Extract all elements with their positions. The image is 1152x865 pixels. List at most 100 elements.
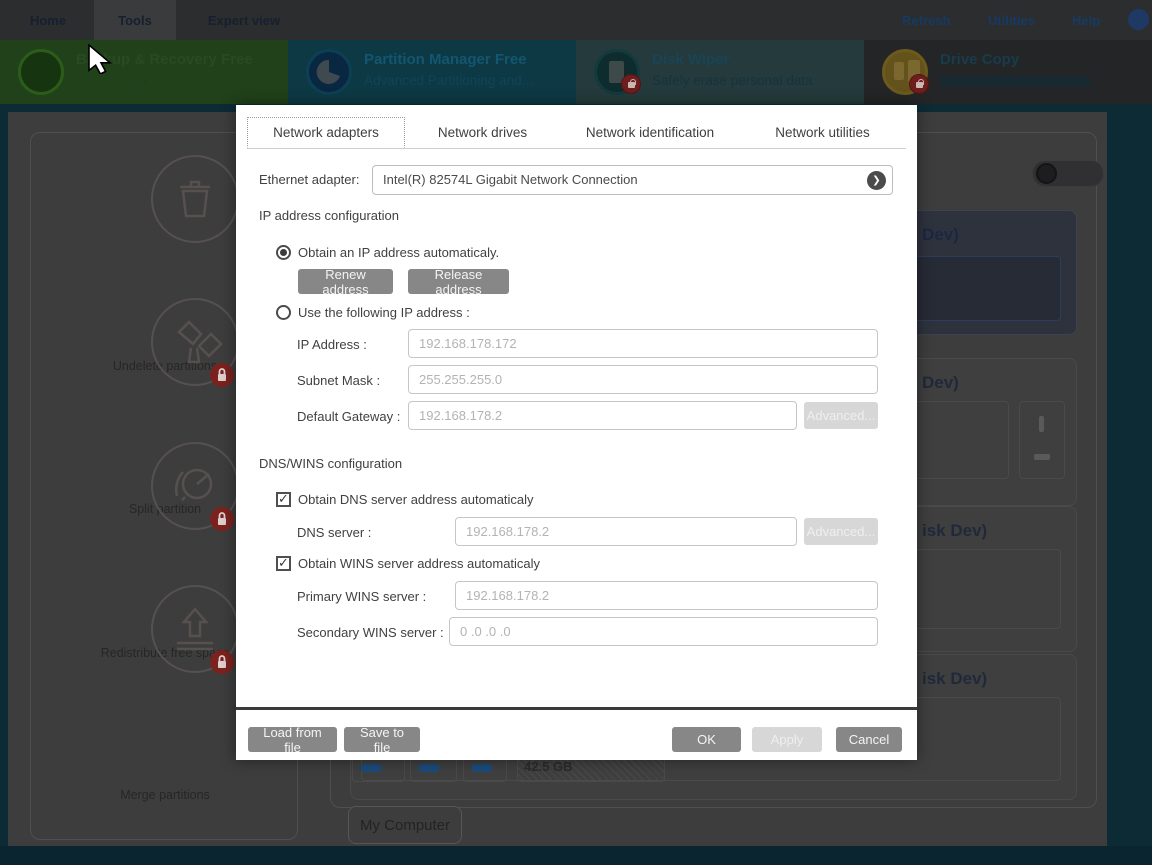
radio-obtain-ip-auto[interactable] — [276, 245, 291, 260]
checkbox-obtain-dns-auto-label: Obtain DNS server address automaticaly — [298, 492, 534, 507]
nav-link-utilities-label: Utilities — [988, 13, 1035, 28]
radio-obtain-ip-auto-label: Obtain an IP address automaticaly. — [298, 245, 499, 260]
partition-label-smudge — [472, 764, 492, 772]
tile-subtitle: Create single backups and... — [76, 73, 247, 88]
ip-address-label: IP Address : — [297, 337, 367, 352]
ip-address-input[interactable] — [408, 329, 878, 358]
disk-panel-title: isk Dev) — [922, 669, 987, 689]
locked-badge-icon — [909, 74, 929, 94]
renew-address-button[interactable]: Renew address — [298, 269, 393, 294]
frame-left — [0, 104, 8, 865]
nav-tab-tools[interactable]: Tools — [94, 0, 176, 40]
tile-subtitle: Safely erase personal data — [652, 73, 813, 88]
locked-badge-icon — [621, 74, 641, 94]
lock-badge-icon — [209, 649, 235, 675]
disk-wiper-icon — [594, 49, 640, 95]
tab-label: Network identification — [586, 125, 714, 140]
pie-glyph — [317, 60, 340, 84]
nav-tab-home[interactable]: Home — [16, 0, 80, 40]
tab-network-identification[interactable]: Network identification — [560, 117, 740, 148]
tile-backup-recovery[interactable]: Backup & Recovery Free Create single bac… — [0, 40, 288, 104]
top-navigation-bar: Home Tools Expert view Refresh Utilities… — [0, 0, 1152, 40]
cancel-button[interactable]: Cancel — [836, 727, 902, 752]
default-gateway-input[interactable] — [408, 401, 797, 430]
secondary-wins-input[interactable] — [449, 617, 878, 646]
tile-partition-manager[interactable]: Partition Manager Free Advanced Partitio… — [288, 40, 576, 104]
nav-link-refresh-label: Refresh — [902, 13, 950, 28]
partition-label-smudge — [419, 764, 439, 772]
disk-panel-title: Dev) — [922, 373, 959, 393]
nav-tab-expert-view-label: Expert view — [208, 13, 280, 28]
tile-disk-wiper[interactable]: Disk Wiper Safely erase personal data — [576, 40, 864, 104]
network-configuration-dialog: Network adapters Network drives Network … — [236, 105, 917, 760]
mouse-cursor-icon — [88, 44, 114, 74]
nav-link-refresh[interactable]: Refresh — [902, 0, 950, 40]
view-toggle[interactable] — [1032, 160, 1104, 187]
tab-network-utilities[interactable]: Network utilities — [740, 117, 905, 148]
tile-subtitle: Advanced Partitioning and... — [364, 73, 533, 88]
glyph-smudge — [1039, 416, 1044, 432]
drive-glyph — [894, 62, 904, 80]
dialog-footer: Load from file Save to file OK Apply Can… — [236, 707, 917, 760]
apply-button[interactable]: Apply — [752, 727, 822, 752]
chevron-right-icon[interactable]: ❯ — [867, 171, 886, 190]
load-from-file-button[interactable]: Load from file — [248, 727, 337, 752]
nav-tab-expert-view[interactable]: Expert view — [196, 0, 292, 40]
nav-link-utilities[interactable]: Utilities — [988, 0, 1035, 40]
drive-copy-icon — [882, 49, 928, 95]
sidebar-item-label: Merge partitions — [31, 788, 299, 802]
frame-bottom — [0, 846, 1152, 865]
ip-config-section-title: IP address configuration — [259, 208, 399, 223]
primary-wins-input[interactable] — [455, 581, 878, 610]
radio-use-following-ip-label: Use the following IP address : — [298, 305, 470, 320]
tab-my-computer-label: My Computer — [360, 817, 450, 834]
tab-label: Network utilities — [775, 125, 870, 140]
lock-badge-icon — [209, 506, 235, 532]
nav-link-help-label: Help — [1072, 13, 1100, 28]
checkbox-obtain-wins-auto[interactable] — [276, 556, 291, 571]
radio-use-following-ip[interactable] — [276, 305, 291, 320]
subnet-mask-input[interactable] — [408, 365, 878, 394]
checkbox-obtain-wins-auto-label: Obtain WINS server address automaticaly — [298, 556, 540, 571]
nav-tab-home-label: Home — [30, 13, 66, 28]
glyph-smudge — [1034, 454, 1050, 460]
lock-badge-icon — [209, 362, 235, 388]
nav-tab-tools-label: Tools — [118, 13, 152, 28]
tab-label: Network drives — [438, 125, 527, 140]
disk-panel-title: Dev) — [922, 225, 959, 245]
tab-my-computer[interactable]: My Computer — [348, 806, 462, 844]
ethernet-adapter-label: Ethernet adapter: — [259, 172, 359, 187]
app-window: Home Tools Expert view Refresh Utilities… — [0, 0, 1152, 865]
primary-wins-label: Primary WINS server : — [297, 589, 426, 604]
dialog-tab-bar: Network adapters Network drives Network … — [247, 117, 906, 149]
tile-drive-copy[interactable]: Drive Copy — [864, 40, 1152, 104]
dns-server-input[interactable] — [455, 517, 797, 546]
ok-button[interactable]: OK — [672, 727, 741, 752]
tile-title: Partition Manager Free — [364, 51, 527, 68]
tab-label: Network adapters — [273, 125, 379, 140]
tab-network-adapters[interactable]: Network adapters — [247, 117, 405, 148]
partition-manager-icon — [306, 49, 352, 95]
partition-block-small[interactable] — [1019, 401, 1065, 479]
account-icon[interactable] — [1128, 9, 1149, 30]
tile-subtitle-smudge — [940, 76, 1090, 87]
frame-right — [1107, 104, 1152, 865]
ethernet-adapter-select[interactable]: Intel(R) 82574L Gigabit Network Connecti… — [372, 165, 893, 195]
default-gateway-label: Default Gateway : — [297, 409, 400, 424]
subnet-mask-label: Subnet Mask : — [297, 373, 380, 388]
checkbox-obtain-dns-auto[interactable] — [276, 492, 291, 507]
dns-server-label: DNS server : — [297, 525, 371, 540]
tile-title: Drive Copy — [940, 51, 1019, 68]
dns-config-section-title: DNS/WINS configuration — [259, 456, 402, 471]
toggle-knob-icon — [1036, 163, 1057, 184]
save-to-file-button[interactable]: Save to file — [344, 727, 420, 752]
trash-icon — [149, 153, 241, 245]
gateway-advanced-button[interactable]: Advanced... — [804, 402, 878, 429]
secondary-wins-label: Secondary WINS server : — [297, 625, 444, 640]
disk-panel-title: isk Dev) — [922, 521, 987, 541]
tab-network-drives[interactable]: Network drives — [405, 117, 560, 148]
partition-size-label: 42.5 GB — [524, 759, 572, 774]
release-address-button[interactable]: Release address — [408, 269, 509, 294]
dns-advanced-button[interactable]: Advanced... — [804, 518, 878, 545]
nav-link-help[interactable]: Help — [1072, 0, 1100, 40]
